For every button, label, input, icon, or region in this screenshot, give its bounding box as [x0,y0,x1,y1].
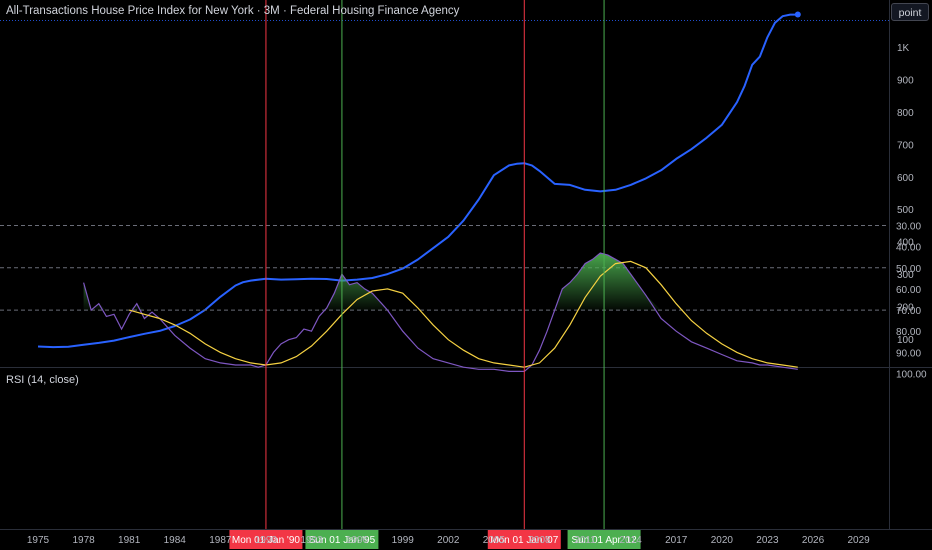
time-tick-label: 2026 [802,535,825,546]
rsi-tick-label: 70.00 [896,306,921,317]
price-tick-label: 800 [897,108,914,119]
time-tick-label: 1993 [300,535,323,546]
point-button[interactable]: point [891,3,929,21]
time-tick-label: 2017 [665,535,688,546]
time-tick-label: 2005 [483,535,506,546]
chart-canvas[interactable]: Mon 01 Jan '90 Sun 01 Jan '95 Mon 01 Jan '… [0,0,932,550]
rsi-tick-label: 100.00 [896,370,927,381]
chart-title: All-Transactions House Price Index for N… [6,5,460,17]
price-tick-label: 600 [897,173,914,184]
price-last-point [794,11,801,18]
background [0,0,932,550]
rsi-tick-label: 40.00 [896,243,921,254]
time-tick-label: 1996 [346,535,369,546]
time-tick-label: 2002 [437,535,460,546]
time-tick-label: 2023 [756,535,779,546]
rsi-tick-label: 80.00 [896,327,921,338]
time-tick-label: 2008 [528,535,551,546]
time-tick-label: 1987 [209,535,232,546]
grid [0,0,932,550]
time-tick-label: 2011 [574,535,596,546]
rsi-tick-label: 90.00 [896,348,921,359]
rsi-tick-label: 60.00 [896,285,921,296]
price-tick-label: 900 [897,75,914,86]
price-tick-label: 1K [897,43,910,54]
time-tick-label: 1999 [392,535,415,546]
time-tick-label: 2014 [620,535,643,546]
time-tick-label: 1984 [164,535,187,546]
time-tick-label: 1981 [118,535,141,546]
price-tick-label: 700 [897,140,914,151]
time-tick-label: 1975 [27,535,50,546]
price-tick-label: 500 [897,205,914,216]
rsi-tick-label: 50.00 [896,264,921,275]
rsi-title: RSI (14, close) [6,374,79,386]
time-tick-label: 1990 [255,535,278,546]
time-tick-label: 2029 [847,535,870,546]
time-tick-label: 2020 [711,535,734,546]
time-tick-label: 1978 [72,535,95,546]
rsi-tick-label: 30.00 [896,222,921,233]
